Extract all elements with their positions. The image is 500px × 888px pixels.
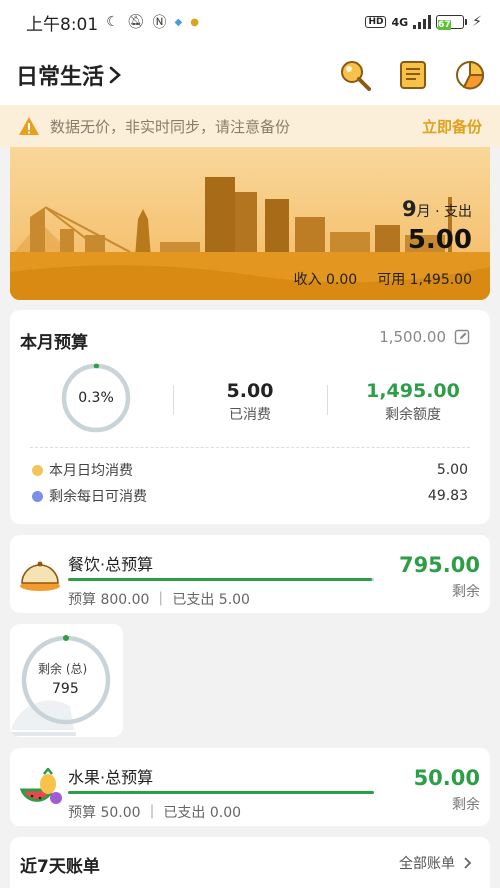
dashed-divider <box>30 447 470 448</box>
month-suffix: 月 · 支出 <box>416 204 472 220</box>
hd-icon: HD <box>365 16 387 28</box>
category-progress-bar <box>68 791 374 794</box>
category-detail: 预算 800.00 ｜ 已支出 5.00 <box>68 592 250 608</box>
app-header: 日常生活 <box>0 44 500 105</box>
remaining-value: 1,495.00 <box>366 380 460 402</box>
month-expense: 5.00 <box>407 225 472 255</box>
app-notification-icon: ◆ <box>174 16 183 28</box>
app-notification-icon-2: ● <box>190 16 199 28</box>
daily-average-value: 5.00 <box>436 462 468 478</box>
yellow-dot-icon <box>32 464 43 476</box>
signal-icon <box>413 15 432 29</box>
battery-icon: 67 <box>436 15 468 30</box>
remaining-stat: 1,495.00 剩余额度 <box>358 380 468 424</box>
category-name: 水果·总预算 <box>68 768 154 787</box>
remaining-ring <box>21 635 111 725</box>
warning-icon <box>19 117 39 135</box>
category-budget-card-fruit[interactable]: 水果·总预算 预算 50.00 ｜ 已支出 0.00 50.00 剩余 <box>10 748 490 826</box>
moon-icon: ☾ <box>106 14 119 30</box>
category-progress-bar <box>68 578 374 581</box>
spent-label: 已消费 <box>229 407 271 423</box>
clock: 上午8:01 <box>26 14 99 35</box>
daily-remaining-row: 剩余每日可消费 49.83 <box>32 486 468 506</box>
remaining-label: 剩余额度 <box>385 407 441 423</box>
scroll-icon[interactable] <box>396 58 430 92</box>
month-available: 可用 1,495.00 <box>377 272 472 288</box>
notice-message: 数据无价，非实时同步，请注意备份 <box>50 117 291 136</box>
all-bills-label: 全部账单 <box>399 856 455 872</box>
edit-icon[interactable] <box>454 329 470 345</box>
daily-average-label: 本月日均消费 <box>49 463 133 479</box>
ledger-title: 日常生活 <box>16 64 105 90</box>
budget-percent: 0.3% <box>78 390 114 406</box>
remaining-total-label: 剩余 (总) <box>38 662 88 676</box>
month-income: 收入 0.00 <box>293 272 358 288</box>
status-bar: 上午8:01 ☾ 🔕︎ Ⓝ ◆ ● HD 4G 67 ⚡ <box>0 0 500 44</box>
charging-icon: ⚡ <box>472 14 482 30</box>
category-progress-fill <box>68 578 373 581</box>
divider <box>173 385 174 415</box>
fruit-icon <box>19 768 62 804</box>
search-icon[interactable] <box>338 58 372 92</box>
recent-bills-section: 近7天账单 全部账单 <box>10 837 490 888</box>
pie-chart-icon[interactable] <box>454 59 486 91</box>
category-detail: 预算 50.00 ｜ 已支出 0.00 <box>68 805 242 821</box>
category-remaining-value: 50.00 <box>413 766 480 790</box>
chevron-right-icon <box>464 857 472 869</box>
daily-remaining-value: 49.83 <box>427 488 468 504</box>
food-dome-icon <box>20 561 60 591</box>
remaining-total-value: 795 <box>52 681 79 697</box>
month-number: 9 <box>402 197 417 221</box>
ledger-selector[interactable]: 日常生活 <box>16 59 122 91</box>
category-progress-fill <box>68 791 374 794</box>
divider <box>327 385 328 415</box>
floating-remaining-widget[interactable]: 剩余 (总) 795 <box>10 624 123 737</box>
month-label: 9月 · 支出 <box>402 197 472 221</box>
category-remaining-label: 剩余 <box>452 797 480 813</box>
chevron-right-icon <box>109 66 121 83</box>
category-name: 餐饮·总预算 <box>68 555 154 574</box>
network-type: 4G <box>391 15 409 29</box>
category-remaining-label: 剩余 <box>452 584 480 600</box>
budget-title: 本月预算 <box>20 333 88 353</box>
nfc-icon: Ⓝ <box>152 15 167 31</box>
mute-icon: 🔕︎ <box>126 14 145 30</box>
monthly-summary-banner[interactable]: 9月 · 支出 5.00 收入 0.00 可用 1,495.00 <box>10 147 490 300</box>
spent-stat: 5.00 已消费 <box>210 380 290 424</box>
battery-level: 67 <box>438 20 451 30</box>
budget-total[interactable]: 1,500.00 <box>379 328 470 346</box>
blue-dot-icon <box>32 490 43 502</box>
category-budget-card-dining[interactable]: 餐饮·总预算 预算 800.00 ｜ 已支出 5.00 795.00 剩余 <box>10 535 490 613</box>
backup-notice: 数据无价，非实时同步，请注意备份 立即备份 <box>0 105 500 147</box>
daily-average-row: 本月日均消费 5.00 <box>32 460 468 480</box>
backup-now-link[interactable]: 立即备份 <box>422 116 482 137</box>
all-bills-link[interactable]: 全部账单 <box>399 853 472 873</box>
daily-remaining-label: 剩余每日可消费 <box>49 489 147 505</box>
recent-bills-title: 近7天账单 <box>20 857 100 877</box>
monthly-budget-card[interactable]: 本月预算 1,500.00 0.3% 5.00 已消费 1,495.00 剩余额… <box>10 310 490 524</box>
budget-total-value: 1,500.00 <box>379 328 446 346</box>
category-remaining-value: 795.00 <box>398 553 480 577</box>
spent-value: 5.00 <box>226 380 274 402</box>
